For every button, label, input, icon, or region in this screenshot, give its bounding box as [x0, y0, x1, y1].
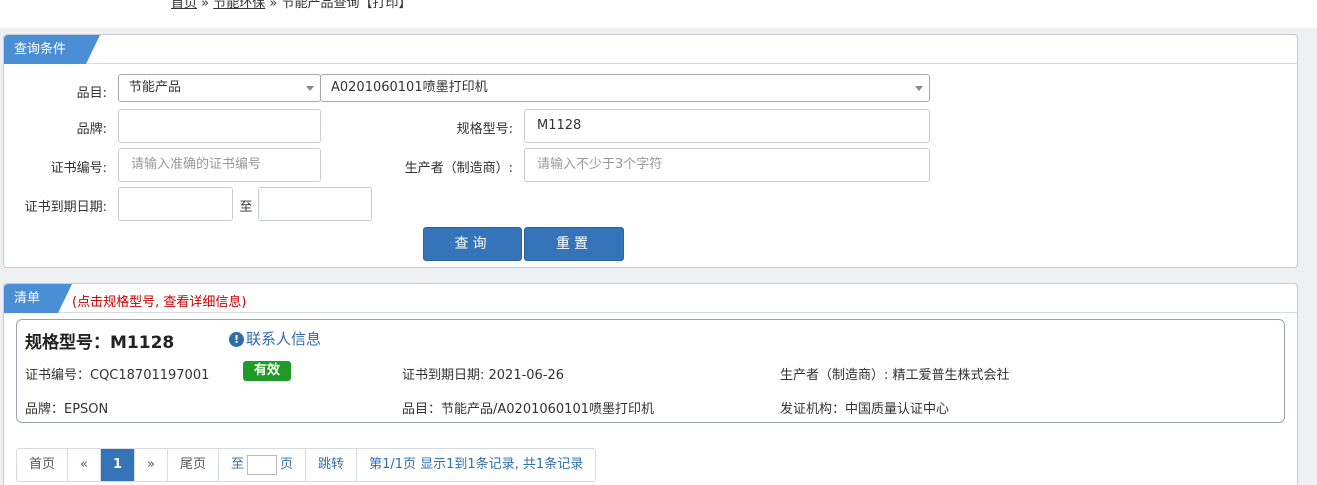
pager-next[interactable]: » [135, 449, 168, 481]
pager-prev[interactable]: « [68, 449, 101, 481]
status-badge: 有效 [243, 361, 291, 381]
subcategory-select[interactable]: A0201060101喷墨打印机 [320, 74, 930, 102]
category-select[interactable]: 节能产品 [118, 74, 321, 102]
pager-summary: 第1/1页 显示1到1条记录, 共1条记录 [369, 457, 584, 472]
cert-no-input[interactable]: 请输入准确的证书编号 [118, 148, 321, 182]
query-panel-header: 查询条件 [4, 35, 1297, 64]
list-panel: 清单 (点击规格型号, 查看详细信息) 规格型号：M1128 ! 联系人信息 证书… [3, 283, 1298, 485]
breadcrumb-current: 节能产品查询【打印】 [281, 0, 412, 11]
pager-goto: 至页 [219, 449, 307, 481]
maker-input[interactable]: 请输入不少于3个字符 [524, 148, 930, 182]
model-input[interactable]: M1128 [524, 109, 930, 143]
top-bar: 首页 » 节能环保 » 节能产品查询【打印】 [0, 0, 1317, 28]
chevron-down-icon [915, 86, 923, 91]
breadcrumb-section[interactable]: 节能环保 [213, 0, 265, 11]
breadcrumb: 首页 » 节能环保 » 节能产品查询【打印】 [171, 0, 412, 11]
subcategory-select-value: A0201060101喷墨打印机 [331, 80, 488, 95]
breadcrumb-home[interactable]: 首页 [171, 0, 197, 11]
info-circle-icon: ! [229, 332, 244, 347]
product-card: 规格型号：M1128 ! 联系人信息 证书编号：CQC18701197001 有效… [16, 319, 1285, 423]
brand-label: 品牌: [76, 122, 107, 137]
model-title-link[interactable]: 规格型号：M1128 [25, 328, 174, 353]
brand-value: 品牌：EPSON [25, 402, 109, 417]
search-button[interactable]: 查询 [423, 227, 522, 261]
expiry-label: 证书到期日期: [24, 200, 107, 215]
category-value: 品目：节能产品/A0201060101喷墨打印机 [402, 402, 654, 417]
cert-no-label: 证书编号: [50, 161, 107, 176]
maker-label: 生产者（制造商）: [404, 161, 513, 176]
category-select-value: 节能产品 [129, 80, 182, 95]
maker-value: 生产者（制造商）: 精工爱普生株式会社 [780, 368, 1010, 383]
chevron-down-icon [306, 86, 314, 91]
expiry-value: 证书到期日期: 2021-06-26 [402, 368, 565, 383]
breadcrumb-separator: » [269, 0, 278, 11]
expiry-to-label: 至 [239, 200, 253, 215]
query-panel-title: 查询条件 [4, 35, 100, 64]
model-label: 规格型号: [456, 122, 513, 137]
cert-no-value: 证书编号：CQC18701197001 [25, 368, 210, 383]
pagination: 首页 « 1 » 尾页 至页 跳转 第1/1页 显示1到1条记录, 共1条记录 [16, 448, 597, 482]
breadcrumb-separator: » [201, 0, 210, 11]
list-hint: (点击规格型号, 查看详细信息) [72, 295, 247, 310]
contact-info-link[interactable]: ! 联系人信息 [229, 328, 321, 349]
expiry-to-input[interactable] [258, 187, 372, 221]
issuer-value: 发证机构：中国质量认证中心 [780, 402, 950, 417]
pager-goto-suffix: 页 [280, 457, 294, 472]
pager-current[interactable]: 1 [100, 449, 136, 481]
brand-input[interactable] [118, 109, 321, 143]
pager-goto-prefix: 至 [231, 457, 245, 472]
pager-goto-input[interactable] [247, 454, 278, 475]
expiry-from-input[interactable] [118, 187, 233, 221]
category-label: 品目: [76, 86, 107, 101]
pager-jump-button[interactable]: 跳转 [306, 449, 358, 481]
reset-button[interactable]: 重置 [524, 227, 624, 261]
pager-last[interactable]: 尾页 [168, 449, 220, 481]
list-panel-header: 清单 (点击规格型号, 查看详细信息) [4, 284, 1297, 313]
list-panel-title: 清单 [4, 284, 72, 313]
contact-info-label: 联系人信息 [246, 330, 322, 348]
query-panel: 查询条件 品目: 节能产品 A0201060101喷墨打印机 品牌: 规格型号:… [3, 34, 1298, 268]
pager-first[interactable]: 首页 [17, 449, 69, 481]
